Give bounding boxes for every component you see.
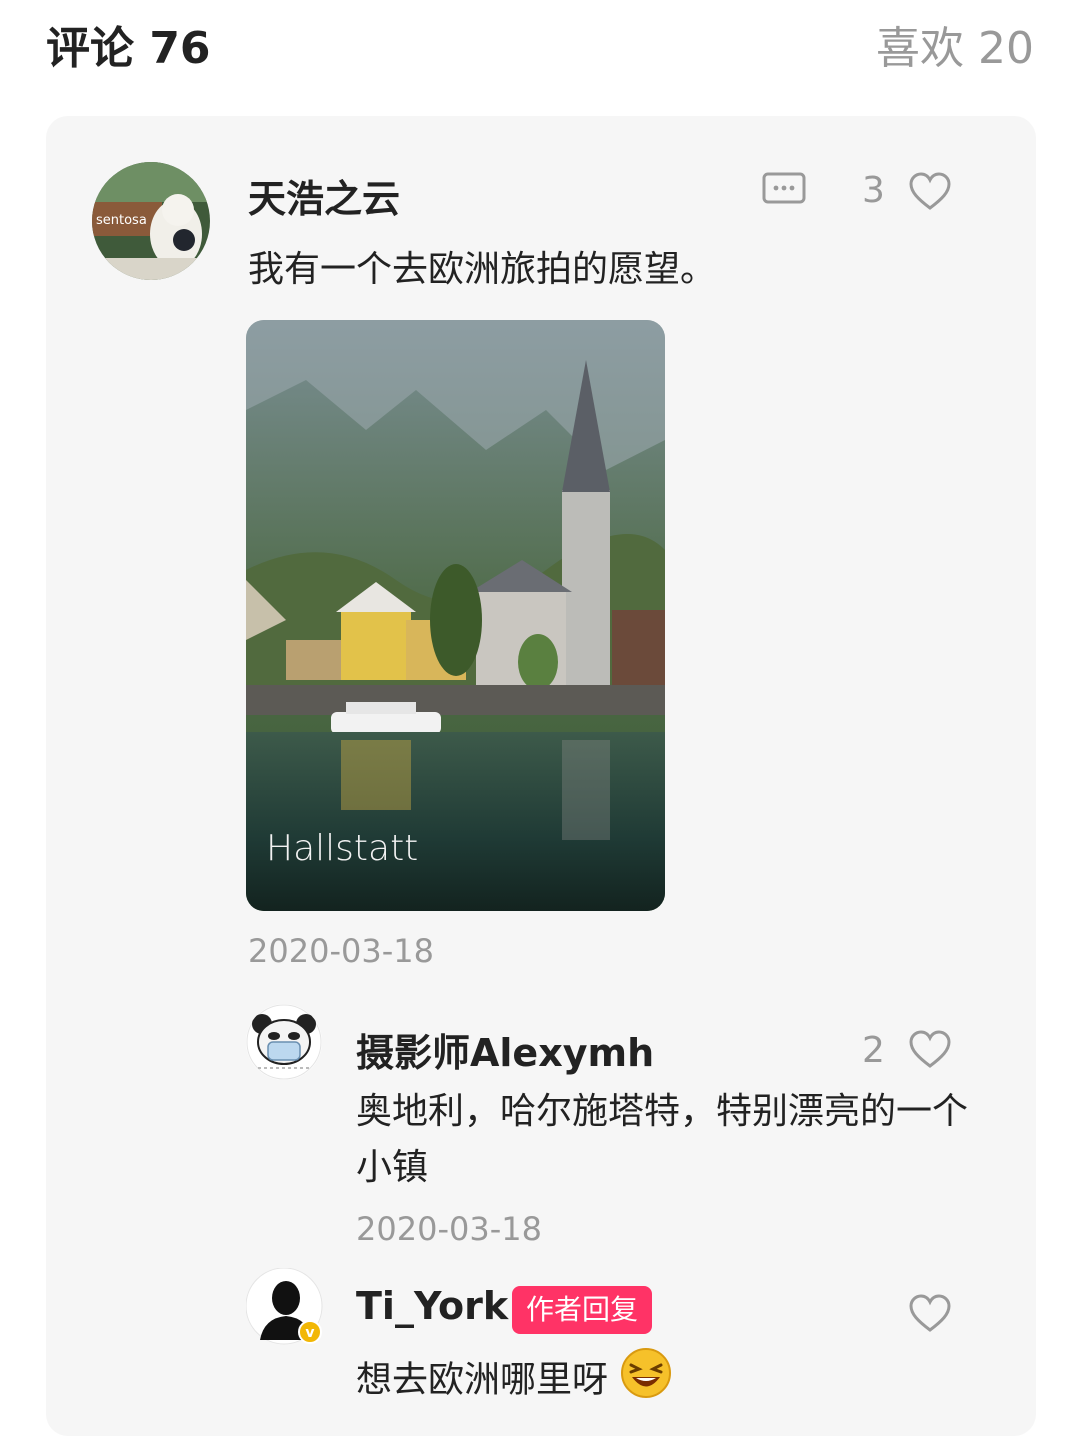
author-reply-message: 想去欧洲哪里呀 <box>356 1359 609 1401</box>
reply-text: 奥地利，哈尔施塔特，特别漂亮的一个小镇 <box>356 1091 969 1188</box>
comment-date: 2020-03-18 <box>248 932 434 970</box>
author-username[interactable]: Ti_York <box>356 1284 508 1328</box>
author-reply-badge: 作者回复 <box>512 1286 653 1334</box>
comment-card: sentosa 天浩之云 3 我有一个去欧洲旅拍的愿望。 Hallstatt 2… <box>46 116 1036 1436</box>
reply-avatar[interactable] <box>246 1004 322 1080</box>
user-avatar[interactable]: sentosa <box>92 162 210 280</box>
comment-username[interactable]: 天浩之云 <box>248 168 400 223</box>
like-count: 3 <box>862 170 885 211</box>
author-avatar[interactable]: v <box>245 1267 326 1348</box>
avatar-logo-text: sentosa <box>96 213 147 228</box>
comment-tabs: 评论 76 喜欢 20 <box>0 0 1080 100</box>
comment-text: 我有一个去欧洲旅拍的愿望。 <box>248 249 717 290</box>
laughing-emoji-icon <box>619 1346 673 1417</box>
author-reply-text: 想去欧洲哪里呀 <box>356 1346 673 1417</box>
author-heart-icon[interactable] <box>908 1294 952 1334</box>
heart-icon[interactable] <box>908 172 952 212</box>
reply-date: 2020-03-18 <box>356 1210 542 1248</box>
tab-likes[interactable]: 喜欢 20 <box>876 12 1034 76</box>
verified-badge-mark: v <box>305 1325 314 1341</box>
comment-photo[interactable]: Hallstatt <box>246 320 665 911</box>
reply-heart-icon[interactable] <box>908 1030 952 1070</box>
reply-like-count: 2 <box>862 1030 885 1071</box>
photo-watermark: Hallstatt <box>266 828 418 869</box>
reply-username[interactable]: 摄影师Alexymh <box>356 1022 654 1077</box>
tab-comments[interactable]: 评论 76 <box>46 12 211 76</box>
reply-comment-icon[interactable] <box>762 172 806 208</box>
